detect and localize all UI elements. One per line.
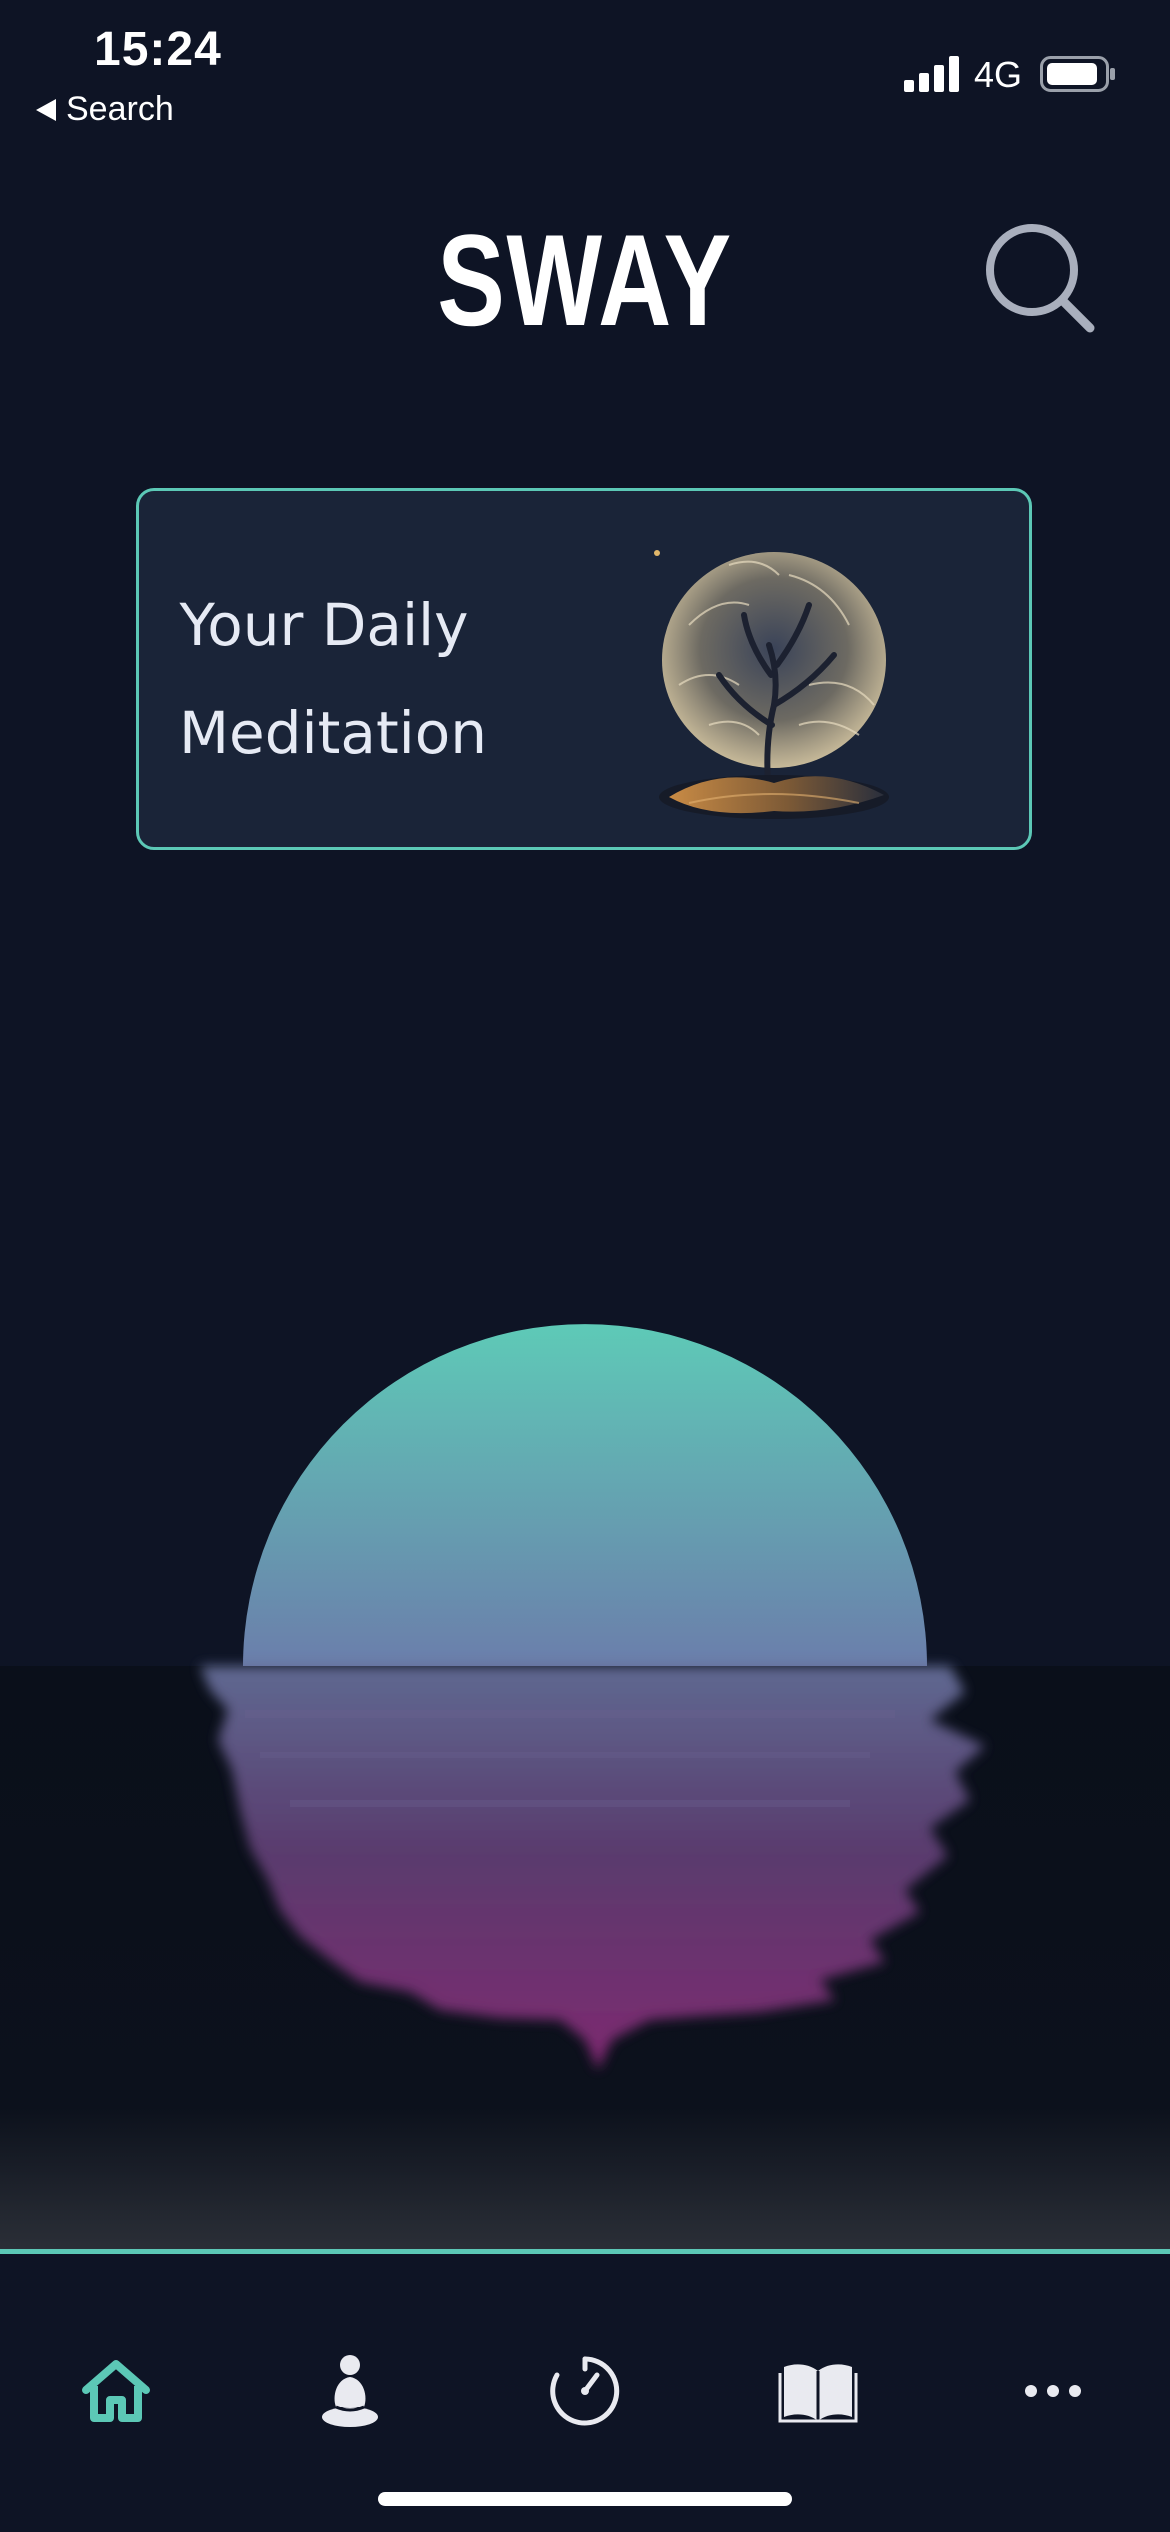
sunset-reflection-scene bbox=[0, 1324, 1170, 2255]
tab-meditate[interactable] bbox=[295, 2336, 405, 2446]
tab-timer[interactable] bbox=[530, 2336, 640, 2446]
meditation-icon bbox=[322, 2355, 378, 2427]
search-icon bbox=[986, 224, 1095, 333]
timer-icon bbox=[550, 2356, 620, 2426]
battery-icon bbox=[1040, 56, 1115, 92]
tab-bar bbox=[0, 2254, 1170, 2532]
network-type: 4G bbox=[974, 54, 1023, 95]
back-arrow-icon bbox=[36, 98, 56, 121]
daily-meditation-title: Your Daily Meditation bbox=[179, 591, 488, 767]
tree-illustration bbox=[654, 550, 889, 819]
search-button[interactable] bbox=[984, 222, 1096, 334]
back-link-label: Search bbox=[66, 90, 174, 128]
tab-library[interactable] bbox=[763, 2336, 873, 2446]
tab-home[interactable] bbox=[61, 2336, 171, 2446]
cellular-signal-icon bbox=[904, 56, 959, 92]
home-indicator[interactable] bbox=[378, 2492, 792, 2506]
home-icon bbox=[82, 2360, 150, 2422]
daily-meditation-card[interactable]: Your Daily Meditation bbox=[136, 488, 1032, 850]
app-title: SWAY bbox=[437, 207, 733, 353]
status-time: 15:24 bbox=[94, 23, 222, 76]
book-icon bbox=[778, 2364, 858, 2423]
more-icon bbox=[1025, 2385, 1081, 2397]
tab-more[interactable] bbox=[998, 2336, 1108, 2446]
back-to-search-link[interactable]: Search bbox=[36, 90, 174, 129]
status-bar: 15:24 Search 4G bbox=[0, 0, 1170, 140]
